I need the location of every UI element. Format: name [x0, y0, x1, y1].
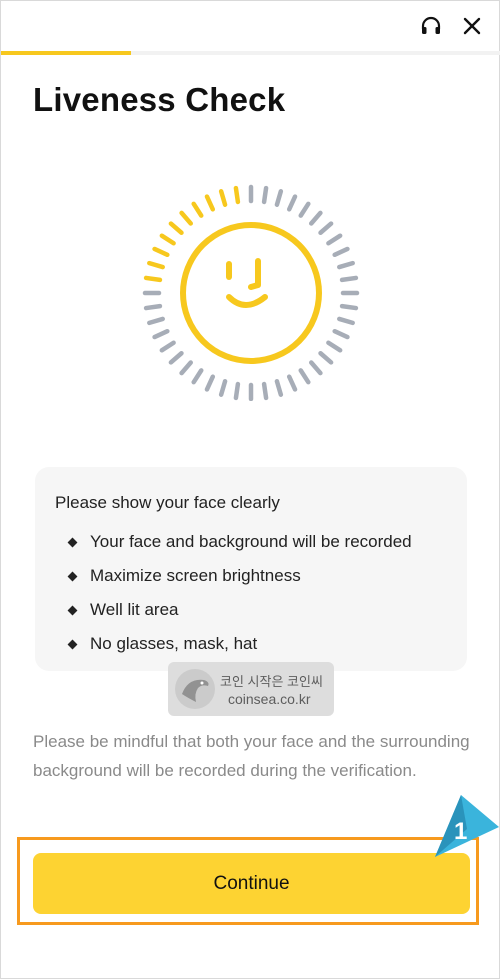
- scan-ring: [142, 184, 360, 401]
- scan-tick: [218, 379, 228, 397]
- watermark: 코인 시작은 코인씨 coinsea.co.kr: [168, 662, 334, 716]
- recording-notice: Please be mindful that both your face an…: [33, 732, 470, 780]
- progress-fill: [1, 51, 131, 55]
- scan-tick: [218, 189, 228, 207]
- scan-tick: [318, 221, 334, 236]
- face-outline: [180, 222, 322, 364]
- watermark-slogan: 코인 시작은 코인씨: [220, 674, 323, 689]
- scan-tick: [191, 368, 204, 385]
- list-item-text: Well lit area: [90, 600, 179, 619]
- close-icon[interactable]: [457, 11, 487, 41]
- bullet-icon: [67, 537, 78, 547]
- bullet-icon: [67, 639, 78, 649]
- continue-button[interactable]: Continue: [33, 853, 470, 914]
- scan-tick: [286, 194, 298, 212]
- scan-tick: [204, 374, 216, 392]
- page-title: Liveness Check: [33, 81, 286, 118]
- scan-tick: [147, 316, 165, 326]
- step-number: 1: [454, 818, 467, 845]
- scan-tick: [326, 233, 343, 246]
- scan-tick: [274, 379, 284, 397]
- list-item: Well lit area: [55, 593, 412, 627]
- scan-tick: [332, 328, 350, 340]
- scan-tick: [143, 275, 163, 283]
- instructions-list: Your face and background will be recorde…: [55, 525, 412, 661]
- scan-tick: [233, 185, 241, 205]
- scan-tick: [339, 275, 359, 283]
- nose: [248, 258, 261, 290]
- scan-tick: [261, 185, 269, 205]
- scan-tick: [298, 368, 311, 385]
- scan-tick: [143, 303, 163, 311]
- scan-tick: [168, 350, 184, 365]
- scan-tick: [159, 233, 176, 246]
- smile: [226, 294, 268, 308]
- list-item: Your face and background will be recorde…: [55, 525, 412, 559]
- scan-tick: [159, 340, 176, 353]
- list-item-text: Maximize screen brightness: [90, 566, 301, 585]
- scan-tick: [179, 210, 194, 226]
- scan-tick: [152, 246, 170, 258]
- scan-tick: [261, 381, 269, 401]
- watermark-url: coinsea.co.kr: [228, 691, 311, 707]
- headset-icon[interactable]: [416, 11, 446, 41]
- list-item: Maximize screen brightness: [55, 559, 412, 593]
- scan-tick: [179, 360, 194, 376]
- scan-tick: [339, 303, 359, 311]
- list-item: No glasses, mask, hat: [55, 627, 412, 661]
- scan-tick: [326, 340, 343, 353]
- instructions-card: Please show your face clearly Your face …: [35, 467, 467, 671]
- scan-tick: [298, 201, 311, 218]
- smiley-face-icon: [142, 184, 360, 401]
- top-bar: [1, 1, 500, 51]
- list-item-text: No glasses, mask, hat: [90, 634, 258, 653]
- scan-tick: [337, 260, 355, 270]
- scan-tick: [168, 221, 184, 236]
- step-arrow-icon: 1: [435, 795, 499, 857]
- scan-tick: [204, 194, 216, 212]
- scan-tick: [308, 210, 323, 226]
- instructions-heading: Please show your face clearly: [55, 493, 280, 512]
- progress-bar: [1, 51, 500, 55]
- scan-tick: [318, 350, 334, 365]
- scan-tick: [286, 374, 298, 392]
- scan-tick: [337, 316, 355, 326]
- scan-tick: [233, 381, 241, 401]
- bullet-icon: [67, 605, 78, 615]
- list-item-text: Your face and background will be recorde…: [90, 532, 412, 551]
- scan-tick: [191, 201, 204, 218]
- app-frame: Liveness Check Please show your face cle…: [0, 0, 500, 979]
- scan-tick: [308, 360, 323, 376]
- dolphin-icon: [175, 669, 215, 709]
- scan-tick: [152, 328, 170, 340]
- scan-tick: [332, 246, 350, 258]
- bullet-icon: [67, 571, 78, 581]
- scan-tick: [147, 260, 165, 270]
- scan-tick: [274, 189, 284, 207]
